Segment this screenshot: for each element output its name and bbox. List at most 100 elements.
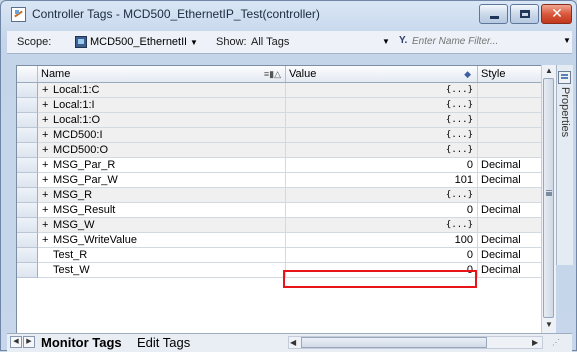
tag-name-cell[interactable]: + MSG_W <box>38 218 286 233</box>
tag-value-cell[interactable]: 100 <box>286 233 478 248</box>
tag-style-cell[interactable] <box>478 98 542 113</box>
expand-icon[interactable]: + <box>42 83 51 97</box>
close-button[interactable]: ✕ <box>541 4 572 24</box>
expand-icon[interactable]: + <box>42 143 51 157</box>
tag-value-cell[interactable]: {...} <box>286 128 478 143</box>
table-row[interactable]: + MSG_Par_R 0 Decimal <box>17 158 542 173</box>
tag-name-cell[interactable]: + MCD500:I <box>38 128 286 143</box>
row-selector[interactable] <box>17 158 38 173</box>
tag-name-cell[interactable]: + MSG_R <box>38 188 286 203</box>
row-selector[interactable] <box>17 173 38 188</box>
tab-edit-tags[interactable]: Edit Tags <box>137 334 190 351</box>
name-filter-input[interactable] <box>412 34 562 49</box>
tag-name-cell[interactable]: + MSG_Par_W <box>38 173 286 188</box>
tag-style-cell[interactable] <box>478 113 542 128</box>
expand-icon[interactable]: + <box>42 98 51 112</box>
table-row[interactable]: + MSG_Result 0 Decimal <box>17 203 542 218</box>
resize-grip-icon[interactable]: ⋰ <box>552 338 560 347</box>
tag-name-cell[interactable]: + MCD500:O <box>38 143 286 158</box>
properties-panel-tab[interactable]: Properties <box>556 65 573 265</box>
tag-value-cell[interactable]: {...} <box>286 98 478 113</box>
tag-style-cell[interactable] <box>478 143 542 158</box>
row-selector[interactable] <box>17 188 38 203</box>
table-row[interactable]: + MSG_R {...} <box>17 188 542 203</box>
tab-monitor-tags[interactable]: Monitor Tags <box>41 334 122 351</box>
row-selector[interactable] <box>17 83 38 98</box>
tag-name-cell[interactable]: + MSG_Result <box>38 203 286 218</box>
show-dropdown[interactable]: All Tags ▼ <box>251 33 391 50</box>
scroll-left-icon[interactable]: ◀ <box>290 338 296 347</box>
tag-style-cell[interactable]: Decimal <box>478 248 542 263</box>
scroll-right-icon[interactable]: ▶ <box>532 338 538 347</box>
horizontal-scrollbar[interactable]: ◀ ▶ <box>288 336 543 349</box>
table-row[interactable]: + MSG_W {...} <box>17 218 542 233</box>
row-selector[interactable] <box>17 233 38 248</box>
tag-value-cell[interactable]: {...} <box>286 143 478 158</box>
vertical-scrollbar[interactable]: ▲ ▼ <box>541 65 556 333</box>
expand-icon[interactable]: + <box>42 188 51 202</box>
table-row[interactable]: + Local:1:C {...} <box>17 83 542 98</box>
maximize-button[interactable] <box>510 4 539 24</box>
expand-icon[interactable]: + <box>42 173 51 187</box>
tab-next-icon[interactable]: ▶ <box>23 336 35 348</box>
filter-icon[interactable]: Y. <box>399 35 407 46</box>
tag-name-cell[interactable]: + MSG_WriteValue <box>38 233 286 248</box>
expand-icon[interactable]: + <box>42 128 51 142</box>
row-selector[interactable] <box>17 263 38 278</box>
scroll-up-icon[interactable]: ▲ <box>545 66 553 75</box>
column-header-name[interactable]: Name ≡▮△ <box>38 66 286 82</box>
tag-value-cell[interactable]: {...} <box>286 113 478 128</box>
row-selector[interactable] <box>17 203 38 218</box>
table-row[interactable]: + MCD500:I {...} <box>17 128 542 143</box>
table-row[interactable]: + Local:1:O {...} <box>17 113 542 128</box>
tag-style-cell[interactable] <box>478 218 542 233</box>
row-selector[interactable] <box>17 248 38 263</box>
expand-icon[interactable]: + <box>42 113 51 127</box>
tag-style-cell[interactable] <box>478 128 542 143</box>
expand-icon[interactable]: + <box>42 233 51 247</box>
tag-value-cell[interactable]: 0 <box>286 158 478 173</box>
tag-style-cell[interactable]: Decimal <box>478 158 542 173</box>
tag-style-cell[interactable]: Decimal <box>478 203 542 218</box>
tag-value-cell[interactable]: {...} <box>286 83 478 98</box>
row-selector[interactable] <box>17 143 38 158</box>
scope-dropdown[interactable]: MCD500_EthernetIF ▼ <box>72 33 201 50</box>
row-selector[interactable] <box>17 98 38 113</box>
expand-icon[interactable]: + <box>42 203 51 217</box>
tag-style-cell[interactable] <box>478 83 542 98</box>
tag-value-cell[interactable]: 101 <box>286 173 478 188</box>
tab-prev-icon[interactable]: ◀ <box>10 336 22 348</box>
table-row[interactable]: + MSG_Par_W 101 Decimal <box>17 173 542 188</box>
expand-icon[interactable]: + <box>42 158 51 172</box>
column-header-value[interactable]: Value ◆ <box>286 66 478 82</box>
title-bar[interactable]: Controller Tags - MCD500_EthernetIP_Test… <box>1 1 577 29</box>
tag-style-cell[interactable]: Decimal <box>478 263 542 278</box>
tag-style-cell[interactable] <box>478 188 542 203</box>
expand-icon[interactable]: + <box>42 218 51 232</box>
row-selector[interactable] <box>17 128 38 143</box>
tag-name-cell[interactable]: + Local:1:O <box>38 113 286 128</box>
tag-value-cell[interactable]: {...} <box>286 218 478 233</box>
row-selector[interactable] <box>17 218 38 233</box>
horizontal-scroll-thumb[interactable] <box>301 337 487 348</box>
tag-name-cell[interactable]: Test_R <box>38 248 286 263</box>
table-row[interactable]: Test_R 0 Decimal <box>17 248 542 263</box>
tag-name-cell[interactable]: + Local:1:C <box>38 83 286 98</box>
column-header-style[interactable]: Style <box>478 66 542 82</box>
table-row[interactable]: + MCD500:O {...} <box>17 143 542 158</box>
table-row[interactable]: + Local:1:I {...} <box>17 98 542 113</box>
tag-name-cell[interactable]: Test_W <box>38 263 286 278</box>
tag-value-cell[interactable]: {...} <box>286 188 478 203</box>
tag-style-cell[interactable]: Decimal <box>478 173 542 188</box>
vertical-scroll-thumb[interactable] <box>543 78 554 318</box>
row-selector[interactable] <box>17 113 38 128</box>
tag-name-cell[interactable]: + Local:1:I <box>38 98 286 113</box>
minimize-button[interactable] <box>479 4 508 24</box>
tag-value-cell[interactable]: 0 <box>286 203 478 218</box>
tag-value-cell[interactable]: 0 <box>286 248 478 263</box>
chevron-down-icon[interactable]: ▼ <box>563 36 571 45</box>
tag-style-cell[interactable]: Decimal <box>478 233 542 248</box>
scroll-down-icon[interactable]: ▼ <box>545 320 553 329</box>
tag-name-cell[interactable]: + MSG_Par_R <box>38 158 286 173</box>
table-row[interactable]: + MSG_WriteValue 100 Decimal <box>17 233 542 248</box>
